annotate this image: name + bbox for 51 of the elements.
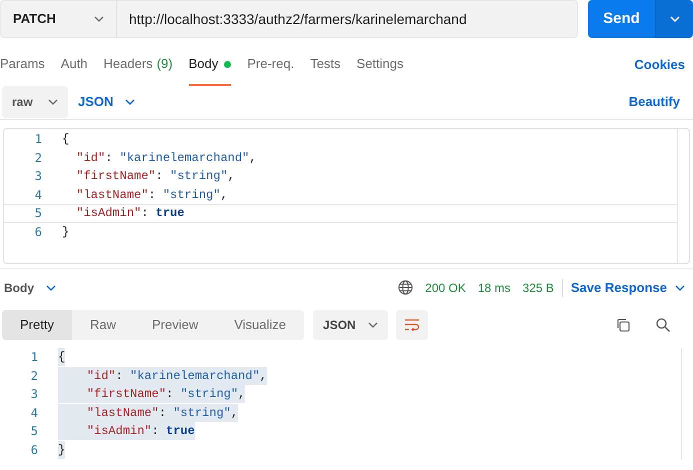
wrap-lines-icon: [404, 319, 420, 331]
code-line: }: [62, 224, 70, 241]
body-mode-dropdown[interactable]: raw: [2, 86, 68, 118]
line-number: 4: [34, 186, 43, 204]
request-tab[interactable]: Settings: [356, 44, 404, 86]
line-number: 2: [30, 368, 39, 385]
view-tab[interactable]: Raw: [72, 310, 134, 340]
request-tab[interactable]: Headers (9): [104, 44, 173, 86]
code-line: "lastName": "string",: [75, 186, 228, 204]
chevron-down-icon: [675, 284, 685, 290]
line-number: 1: [34, 131, 43, 148]
request-tab[interactable]: Tests: [310, 44, 341, 86]
cookies-link[interactable]: Cookies: [634, 55, 693, 75]
search-icon: [656, 318, 670, 332]
line-number: 6: [34, 224, 43, 241]
size-text: 325 B: [522, 278, 563, 296]
code-line: "firstName": "string",: [75, 168, 235, 186]
line-number: 2: [34, 150, 43, 167]
request-tab[interactable]: Pre-req.: [247, 44, 294, 86]
wrap-lines-button[interactable]: [396, 310, 428, 340]
line-number: 1: [30, 349, 39, 366]
line-number: 4: [30, 404, 39, 422]
code-line: "isAdmin": true: [75, 205, 184, 222]
request-tab[interactable]: Auth: [60, 44, 88, 86]
view-tab[interactable]: Pretty: [2, 310, 72, 340]
send-button[interactable]: Send: [588, 0, 655, 38]
line-number: 3: [30, 386, 39, 404]
save-response-dropdown[interactable]: Save Response: [570, 278, 693, 298]
line-number: 5: [34, 205, 43, 222]
language-dropdown[interactable]: JSON: [78, 92, 136, 112]
globe-icon: [398, 280, 414, 295]
copy-icon: [616, 318, 630, 332]
status-text: 200 OK: [425, 280, 466, 296]
line-number: 3: [34, 168, 43, 186]
line-number: 5: [30, 423, 39, 440]
view-tab[interactable]: Visualize: [216, 310, 304, 340]
chevron-down-icon: [48, 98, 58, 104]
time-text: 18 ms: [478, 280, 511, 296]
response-view-dropdown[interactable]: Body: [0, 278, 56, 296]
code-line: "id": "karinelemarchand",: [75, 150, 256, 167]
beautify-link[interactable]: Beautify: [628, 92, 693, 112]
request-tab[interactable]: Params: [0, 44, 45, 86]
chevron-down-icon: [368, 322, 378, 328]
line-number: 6: [30, 442, 39, 459]
code-line: {: [62, 131, 70, 148]
chevron-down-icon: [670, 16, 680, 22]
chevron-down-icon: [46, 284, 56, 290]
request-tab[interactable]: Body: [188, 44, 232, 86]
chevron-down-icon: [125, 98, 136, 104]
format-dropdown[interactable]: JSON: [313, 310, 388, 340]
view-tab[interactable]: Preview: [134, 310, 216, 340]
